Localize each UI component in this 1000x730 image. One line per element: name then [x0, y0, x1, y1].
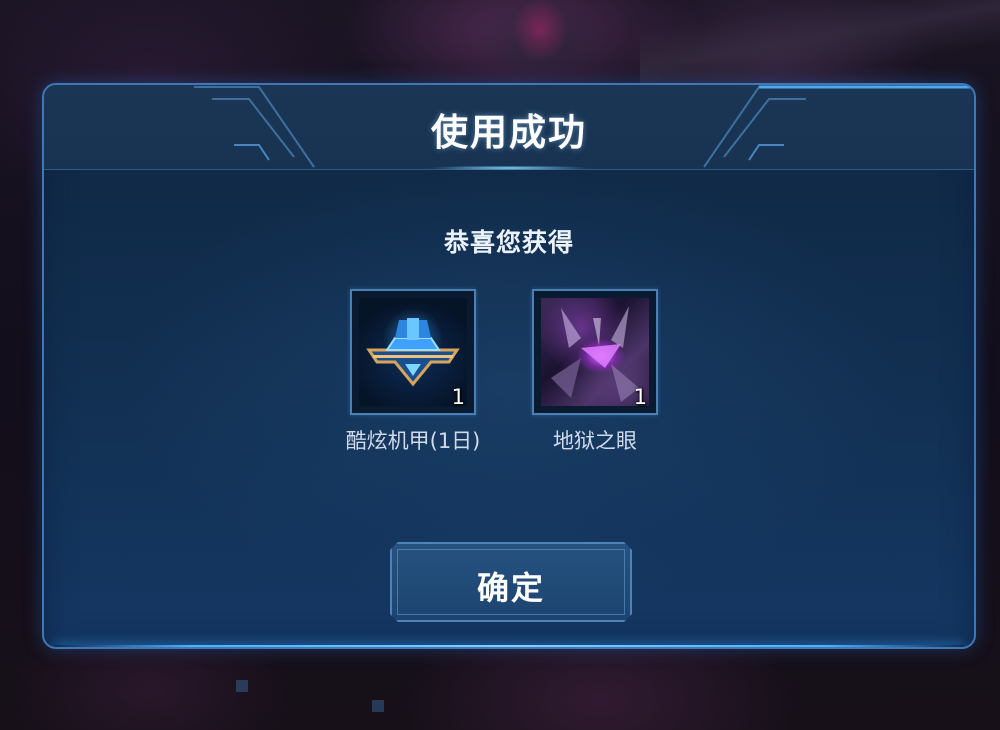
reward-count: 1 — [633, 385, 647, 409]
background-hero-art — [440, 0, 640, 90]
confirm-button-label: 确定 — [476, 569, 545, 607]
reward-name: 地狱之眼 — [553, 429, 637, 453]
background-deco-square — [372, 700, 384, 712]
background-deco-square — [236, 680, 248, 692]
reward-item[interactable]: 1 酷炫机甲(1日) — [323, 289, 503, 455]
reward-name: 酷炫机甲(1日) — [345, 429, 481, 453]
dialog-header: 使用成功 — [44, 85, 974, 170]
reward-slot[interactable]: 1 — [350, 289, 476, 415]
background-claw-art — [640, 0, 1000, 90]
reward-item[interactable]: 1 地狱之眼 — [505, 289, 685, 455]
use-success-dialog: 使用成功 恭喜您获得 1 酷炫机甲(1日) 1 地狱之眼 确定 — [42, 83, 976, 649]
header-glow — [409, 166, 609, 170]
dialog-title: 使用成功 — [431, 111, 587, 154]
dialog-bottom-glow — [54, 645, 964, 647]
reward-count: 1 — [451, 385, 465, 409]
confirm-button[interactable]: 确定 — [390, 542, 632, 622]
dialog-subtitle: 恭喜您获得 — [443, 228, 574, 257]
game-screen: 使用成功 恭喜您获得 1 酷炫机甲(1日) 1 地狱之眼 确定 — [0, 0, 1000, 730]
reward-slot[interactable]: 1 — [532, 289, 658, 415]
